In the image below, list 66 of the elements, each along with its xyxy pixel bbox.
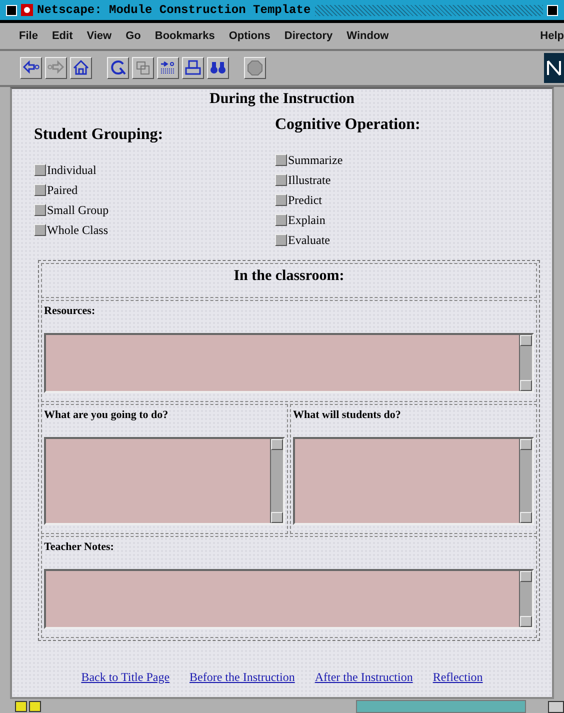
field-label: What will students do?: [293, 409, 402, 421]
checkbox-label: Predict: [288, 192, 322, 208]
section-heading: Student Grouping:: [34, 126, 164, 144]
menu-item[interactable]: Bookmarks: [154, 30, 223, 42]
home-icon: [72, 59, 90, 77]
checkbox-label: Illustrate: [288, 172, 331, 188]
printer-icon: [184, 59, 202, 77]
checkbox[interactable]: [275, 234, 287, 246]
checkbox[interactable]: [275, 154, 287, 166]
menu-item[interactable]: File: [19, 30, 46, 42]
menu-item[interactable]: Options: [228, 30, 278, 42]
page-heading: During the Instruction: [208, 91, 356, 108]
menu-item[interactable]: Go: [126, 30, 149, 42]
text-area[interactable]: [44, 569, 534, 629]
checkbox[interactable]: [34, 164, 46, 176]
field-label: Resources:: [44, 305, 96, 317]
home-button[interactable]: [70, 57, 92, 79]
checkbox-label: Paired: [47, 182, 78, 198]
nav-link[interactable]: Back to Title Page: [81, 670, 170, 685]
scrollbar[interactable]: [519, 439, 532, 523]
checkbox-label: Evaluate: [288, 232, 330, 248]
nav-link[interactable]: Reflection: [432, 670, 483, 685]
window-title: Netscape: Module Construction Template: [37, 3, 311, 17]
field-label: Teacher Notes:: [44, 541, 115, 553]
images-icon: [134, 59, 152, 77]
scrollbar[interactable]: [519, 335, 532, 391]
images-button[interactable]: [132, 57, 154, 79]
menu-item[interactable]: Edit: [52, 30, 81, 42]
find-button[interactable]: [207, 57, 229, 79]
table-title: In the classroom:: [234, 268, 344, 284]
reload-button[interactable]: [107, 57, 129, 79]
mail-icon[interactable]: [548, 700, 564, 712]
stop-icon: [246, 59, 264, 77]
forward-button[interactable]: [45, 57, 67, 79]
menu-item[interactable]: Help: [540, 30, 564, 42]
checkbox-label: Explain: [288, 212, 326, 228]
text-area[interactable]: [44, 333, 534, 393]
menu-item[interactable]: View: [86, 30, 120, 42]
menu-item[interactable]: Window: [346, 30, 397, 42]
checkbox-label: Whole Class: [47, 222, 108, 238]
nav-link[interactable]: After the Instruction: [314, 670, 413, 685]
checkbox[interactable]: [34, 204, 46, 216]
reload-icon: [109, 59, 127, 77]
checkbox-label: Individual: [47, 162, 96, 178]
nav-link[interactable]: Before the Instruction: [190, 670, 295, 685]
checkbox[interactable]: [275, 174, 287, 186]
arrow-left-icon: [22, 59, 40, 77]
stop-button[interactable]: [244, 57, 266, 79]
checkbox[interactable]: [34, 224, 46, 236]
window-menu-icon[interactable]: [6, 4, 17, 16]
text-area[interactable]: [293, 437, 534, 525]
checkbox[interactable]: [275, 194, 287, 206]
checkbox[interactable]: [275, 214, 287, 226]
scrollbar[interactable]: [270, 439, 283, 523]
scrollbar[interactable]: [519, 571, 532, 627]
back-button[interactable]: [20, 57, 42, 79]
menu-item[interactable]: Directory: [284, 30, 341, 42]
checkbox-label: Small Group: [47, 202, 109, 218]
text-area[interactable]: [44, 437, 285, 525]
checkbox[interactable]: [34, 184, 46, 196]
checkbox-label: Summarize: [288, 152, 343, 168]
field-label: What are you going to do?: [44, 409, 170, 421]
open-button[interactable]: [157, 57, 179, 79]
section-heading: Cognitive Operation:: [275, 116, 422, 134]
print-button[interactable]: [182, 57, 204, 79]
maximize-icon[interactable]: [547, 4, 558, 16]
